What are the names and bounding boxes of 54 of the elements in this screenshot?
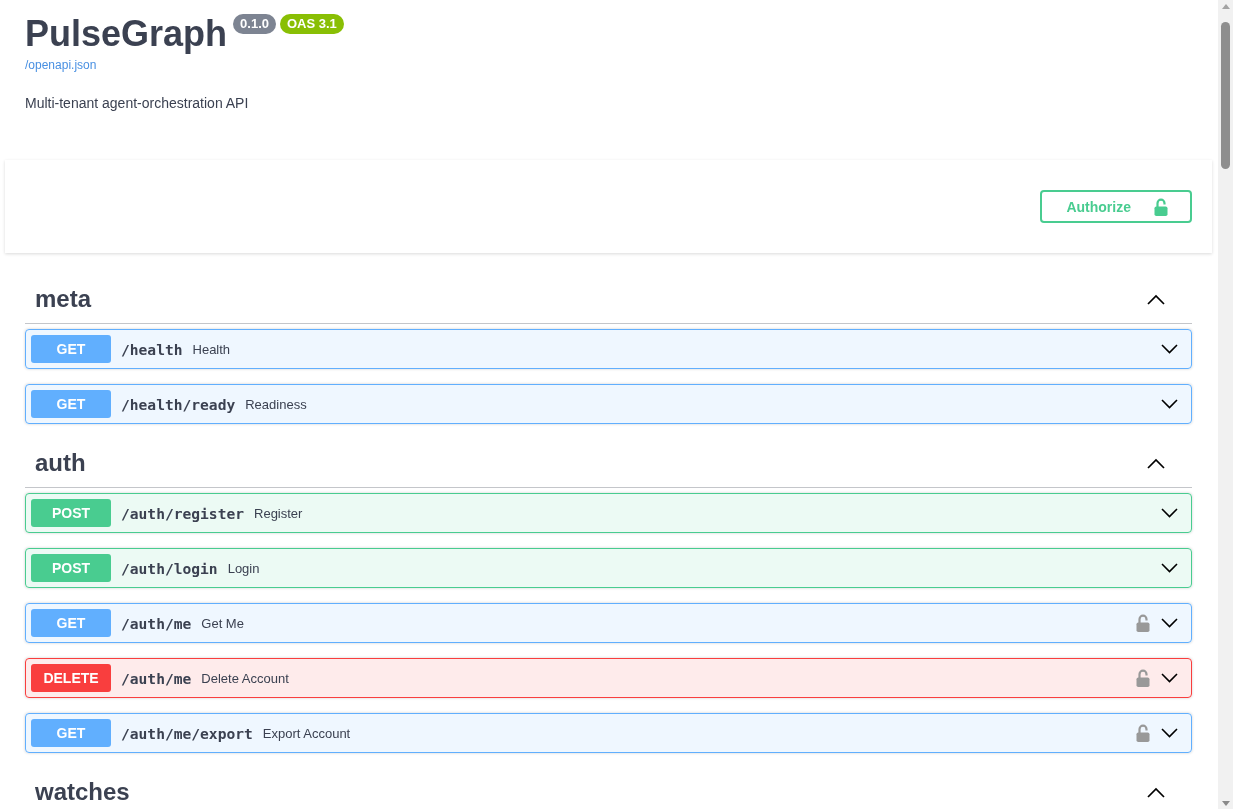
- api-title: PulseGraph: [25, 16, 228, 52]
- padlock-icon: [1154, 197, 1168, 216]
- chevron-down-icon[interactable]: [1161, 618, 1178, 628]
- endpoint-summary: Health: [192, 341, 231, 357]
- endpoint-summary: Register: [254, 505, 303, 521]
- method-badge: POST: [31, 499, 111, 527]
- chevron-down-icon[interactable]: [1161, 508, 1178, 518]
- endpoint-summary: Login: [227, 560, 260, 576]
- method-badge: DELETE: [31, 664, 111, 692]
- scrollbar[interactable]: [1218, 0, 1233, 809]
- spec-version-badge: OAS 3.1: [280, 14, 344, 34]
- endpoint-summary: Get Me: [201, 615, 244, 631]
- chevron-down-icon[interactable]: [1161, 344, 1178, 354]
- method-badge: GET: [31, 335, 111, 363]
- chevron-down-icon[interactable]: [1161, 728, 1178, 738]
- section-title: auth: [35, 449, 86, 477]
- endpoint-path: /auth/me: [120, 669, 193, 687]
- endpoint-path: /health/ready: [120, 395, 237, 413]
- scrollbar-thumb[interactable]: [1221, 22, 1230, 169]
- endpoint-path: /auth/me: [120, 614, 193, 632]
- operation-row[interactable]: POST /auth/register Register: [25, 493, 1192, 533]
- section-title: watches: [35, 778, 130, 806]
- section-header[interactable]: watches: [25, 768, 1192, 809]
- endpoint-path: /auth/me/export: [120, 724, 254, 742]
- chevron-up-icon[interactable]: [1147, 457, 1165, 469]
- operation-row[interactable]: GET /auth/me Get Me: [25, 603, 1192, 643]
- version-badge: 0.1.0: [233, 14, 276, 34]
- endpoint-path: /auth/login: [120, 559, 219, 577]
- chevron-down-icon[interactable]: [1161, 563, 1178, 573]
- section-title: meta: [35, 285, 92, 313]
- operation-row[interactable]: DELETE /auth/me Delete Account: [25, 658, 1192, 698]
- endpoint-summary: Readiness: [245, 396, 307, 412]
- chevron-down-icon[interactable]: [1161, 399, 1178, 409]
- chevron-up-icon[interactable]: [1147, 293, 1165, 305]
- scroll-down-arrow-icon[interactable]: [1221, 801, 1230, 806]
- operation-row[interactable]: POST /auth/login Login: [25, 548, 1192, 588]
- operation-row[interactable]: GET /auth/me/export Export Account: [25, 713, 1192, 753]
- section-header[interactable]: auth: [25, 439, 1192, 488]
- chevron-down-icon[interactable]: [1161, 673, 1178, 683]
- method-badge: GET: [31, 609, 111, 637]
- section-header[interactable]: meta: [25, 275, 1192, 324]
- api-description: Multi-tenant agent-orchestration API: [25, 94, 249, 112]
- operation-row[interactable]: GET /health Health: [25, 329, 1192, 369]
- endpoint-path: /health: [120, 340, 184, 358]
- method-badge: POST: [31, 554, 111, 582]
- padlock-icon[interactable]: [1136, 724, 1150, 742]
- method-badge: GET: [31, 390, 111, 418]
- endpoint-summary: Delete Account: [201, 670, 289, 686]
- endpoint-summary: Export Account: [262, 725, 351, 741]
- method-badge: GET: [31, 719, 111, 747]
- endpoint-path: /auth/register: [120, 504, 245, 522]
- chevron-up-icon[interactable]: [1147, 786, 1165, 798]
- padlock-icon[interactable]: [1136, 614, 1150, 632]
- operation-row[interactable]: GET /health/ready Readiness: [25, 384, 1192, 424]
